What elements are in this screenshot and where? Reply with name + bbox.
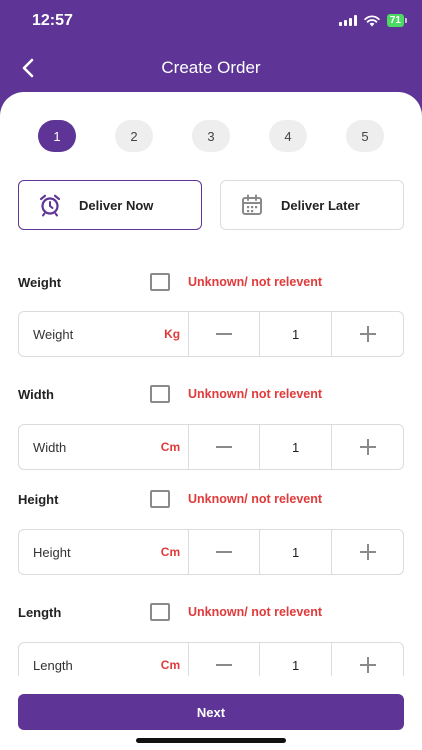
status-icons: 71: [338, 14, 408, 27]
nav-bar: Create Order: [0, 46, 422, 90]
home-indicator: [136, 738, 286, 743]
step-2[interactable]: 2: [115, 120, 153, 152]
width-unknown-checkbox[interactable]: [150, 385, 170, 403]
height-field: Height Cm 1: [18, 529, 404, 575]
minus-icon: [216, 551, 233, 553]
calendar-icon: [239, 192, 265, 218]
height-value: 1: [260, 530, 333, 574]
step-5[interactable]: 5: [346, 120, 384, 152]
deliver-now-button[interactable]: Deliver Now: [18, 180, 202, 230]
width-label: Width: [18, 387, 54, 402]
length-unit: Cm: [160, 658, 181, 672]
step-4[interactable]: 4: [269, 120, 307, 152]
height-unknown-checkbox[interactable]: [150, 490, 170, 508]
signal-icon: [338, 15, 357, 26]
height-unknown-label: Unknown/ not relevent: [188, 492, 323, 506]
width-value: 1: [260, 425, 333, 469]
order-form: 1 2 3 4 5 Deliver Now Deliver Later Weig…: [0, 92, 422, 750]
width-increment-button[interactable]: [332, 425, 403, 469]
width-unknown-label: Unknown/ not relevent: [188, 387, 323, 401]
battery-icon: 71: [386, 14, 408, 27]
width-unit: Cm: [160, 440, 181, 454]
plus-icon: [359, 544, 376, 560]
deliver-now-label: Deliver Now: [79, 197, 154, 213]
step-1[interactable]: 1: [38, 120, 76, 152]
height-increment-button[interactable]: [332, 530, 403, 574]
width-decrement-button[interactable]: [189, 425, 261, 469]
wifi-icon: [364, 14, 380, 26]
weight-value: 1: [260, 312, 333, 356]
weight-field: Weight Kg 1: [18, 311, 404, 357]
length-label: Length: [18, 605, 62, 620]
alarm-clock-icon: [37, 192, 63, 218]
height-label: Height: [18, 492, 59, 507]
weight-placeholder: Weight: [33, 326, 74, 342]
deliver-later-label: Deliver Later: [281, 197, 360, 213]
status-bar: 12:57 71: [0, 0, 422, 44]
weight-label: Weight: [18, 275, 62, 290]
status-time: 12:57: [32, 12, 73, 29]
width-placeholder: Width: [33, 439, 67, 455]
height-unit: Cm: [160, 545, 181, 559]
minus-icon: [216, 446, 233, 448]
minus-icon: [216, 333, 233, 335]
width-field: Width Cm 1: [18, 424, 404, 470]
next-button[interactable]: Next: [18, 694, 404, 730]
weight-unknown-label: Unknown/ not relevent: [188, 275, 323, 289]
height-input[interactable]: Height Cm: [19, 530, 190, 574]
deliver-later-button[interactable]: Deliver Later: [220, 180, 404, 230]
plus-icon: [359, 657, 376, 673]
width-input[interactable]: Width Cm: [19, 425, 190, 469]
plus-icon: [359, 439, 376, 455]
weight-decrement-button[interactable]: [189, 312, 261, 356]
step-indicator: 1 2 3 4 5: [38, 120, 384, 154]
length-unknown-label: Unknown/ not relevent: [188, 605, 323, 619]
length-placeholder: Length: [33, 657, 73, 673]
height-decrement-button[interactable]: [189, 530, 261, 574]
weight-unit: Kg: [164, 327, 181, 341]
weight-unknown-checkbox[interactable]: [150, 273, 170, 291]
step-3[interactable]: 3: [192, 120, 230, 152]
page-title: Create Order: [161, 58, 261, 77]
length-unknown-checkbox[interactable]: [150, 603, 170, 621]
weight-increment-button[interactable]: [332, 312, 403, 356]
minus-icon: [216, 664, 233, 666]
height-placeholder: Height: [33, 544, 71, 560]
weight-input[interactable]: Weight Kg: [19, 312, 190, 356]
plus-icon: [359, 326, 376, 342]
